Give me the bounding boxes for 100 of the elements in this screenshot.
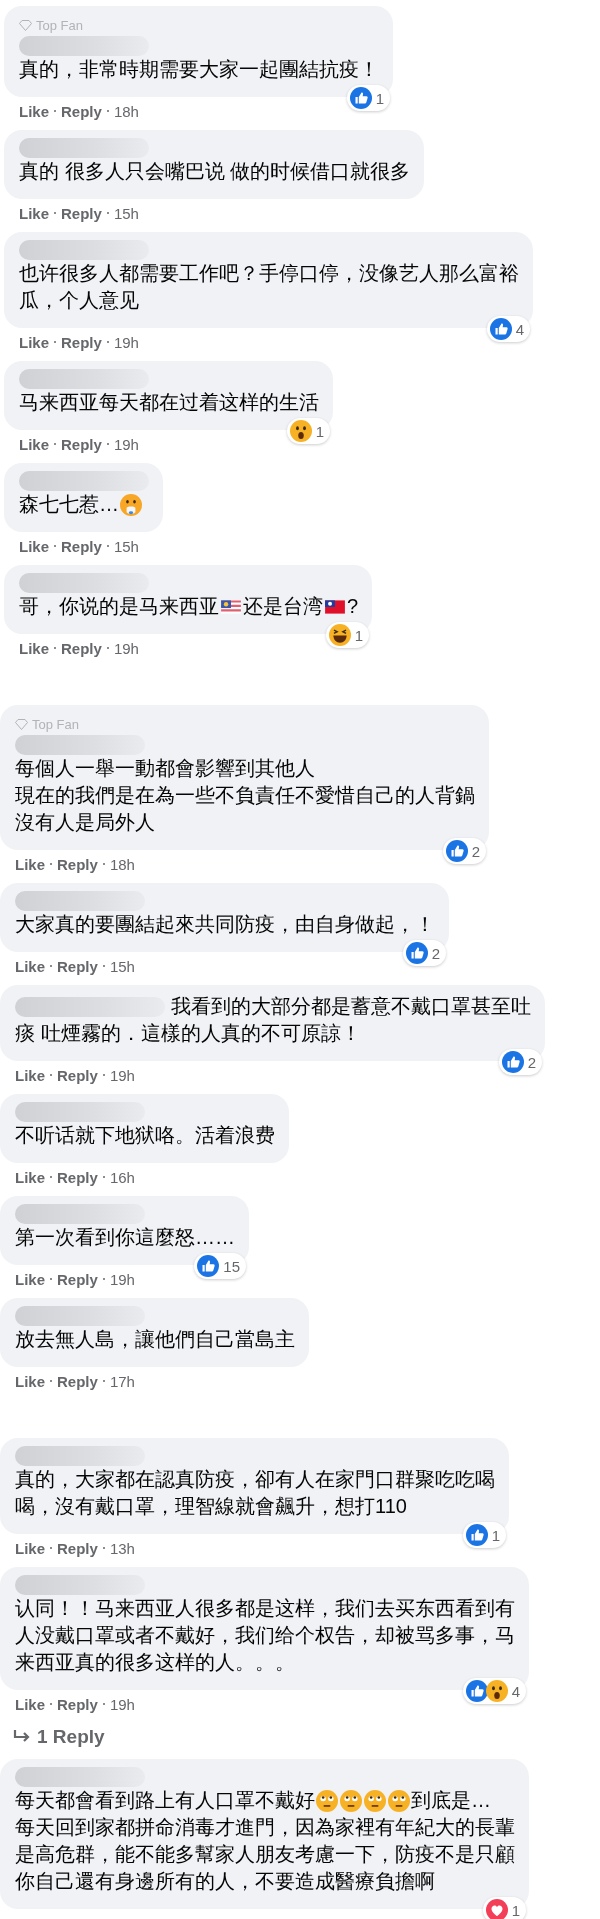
comment-text: 沒有人是局外人 [15, 810, 155, 835]
reaction-count: 2 [527, 1053, 536, 1071]
comment-time: 13h [109, 1539, 135, 1557]
reaction-pill[interactable]: 15 [194, 1253, 246, 1279]
reaction-count: 2 [431, 944, 440, 962]
comment-text: 每天回到家都拼命消毒才進門，因為家裡有年紀大的長輩 [15, 1815, 515, 1840]
reaction-count: 4 [515, 320, 524, 338]
reaction-count: 1 [491, 1526, 500, 1544]
comment-time: 18h [109, 855, 135, 873]
reaction-pill[interactable]: 2 [442, 838, 486, 864]
action-link[interactable]: Like [15, 1270, 45, 1288]
comment-text: 是高危群，能不能多幫家人朋友考慮一下，防疫不是只顧 [15, 1842, 515, 1867]
comment-time: 19h [109, 1270, 135, 1288]
action-link[interactable]: Like [15, 1066, 45, 1084]
comment-text: 哥，你说的是马来西亚 [19, 594, 219, 619]
action-link[interactable]: Reply [61, 102, 102, 120]
reaction-pill[interactable]: 1 [286, 418, 330, 444]
action-link[interactable]: Reply [57, 855, 98, 873]
reaction-pill[interactable]: 1 [482, 1897, 526, 1919]
action-link[interactable]: Reply [57, 1270, 98, 1288]
comment-time: 19h [113, 435, 139, 453]
action-link[interactable]: Reply [57, 1372, 98, 1390]
action-link[interactable]: Like [19, 435, 49, 453]
comment-text: 現在的我們是在為一些不負責任不愛惜自己的人背鍋 [15, 783, 475, 808]
reaction-pill[interactable]: 1 [325, 622, 370, 648]
thumbs-up-icon [465, 1524, 488, 1546]
comment-text: 每天都會看到路上有人口罩不戴好 [15, 1788, 315, 1813]
comment-text: 你自己還有身邊所有的人，不要造成醫療負擔啊 [15, 1869, 435, 1894]
comment-time: 15h [109, 957, 135, 975]
surprised-face-icon [485, 1680, 508, 1702]
action-link[interactable]: Like [15, 1372, 45, 1390]
comment-time: 18h [113, 102, 139, 120]
action-link[interactable]: Reply [57, 957, 98, 975]
action-link[interactable]: Reply [57, 1066, 98, 1084]
action-link[interactable]: Like [15, 1695, 45, 1713]
reaction-count: 1 [375, 89, 384, 107]
action-link[interactable]: Like [15, 957, 45, 975]
action-link[interactable]: Like [15, 855, 45, 873]
reaction-pill[interactable]: 2 [498, 1049, 542, 1075]
action-link[interactable]: Like [15, 1539, 45, 1557]
action-link[interactable]: Reply [61, 639, 102, 657]
action-link[interactable]: Like [19, 204, 49, 222]
action-link[interactable]: Reply [57, 1539, 98, 1557]
action-link[interactable]: Reply [61, 537, 102, 555]
comment-text: 痰 吐煙霧的．這樣的人真的不可原諒！ [15, 1021, 361, 1046]
laughing-face-icon [328, 624, 351, 646]
thumbs-up-icon [465, 1680, 488, 1702]
action-link[interactable]: Reply [61, 333, 102, 351]
reaction-pill[interactable]: 1 [462, 1522, 506, 1548]
comment-text: 真的，非常時期需要大家一起團結抗疫！ [19, 57, 379, 82]
diamond-icon [15, 718, 28, 730]
comment-time: 15h [113, 204, 139, 222]
comment-time: 17h [109, 1372, 135, 1390]
diamond-icon [19, 19, 32, 31]
comment-text: 每個人一舉一動都會影響到其他人 [15, 756, 315, 781]
comment-text: ? [347, 594, 359, 619]
comment-text: 来西亚真的很多这样的人。。。 [15, 1650, 295, 1675]
action-link[interactable]: Like [19, 537, 49, 555]
reaction-count: 1 [511, 1901, 520, 1919]
comment-text: 瓜，个人意见 [19, 288, 139, 313]
surprised-face-icon [289, 420, 312, 442]
thumbs-up-icon [349, 87, 372, 109]
thumbs-up-icon [445, 840, 468, 862]
action-link[interactable]: Reply [61, 435, 102, 453]
reaction-count: 15 [223, 1257, 240, 1275]
comment-time: 19h [109, 1066, 135, 1084]
comment-time: 19h [113, 333, 139, 351]
action-link[interactable]: Like [19, 102, 49, 120]
action-link[interactable]: Like [19, 333, 49, 351]
eye-roll-face-icon [388, 1789, 410, 1812]
thumbs-up-icon [405, 942, 428, 964]
comment-text: 大家真的要團結起來共同防疫，由自身做起，！ [15, 912, 435, 937]
reaction-pill[interactable]: 4 [462, 1678, 526, 1704]
reaction-count: 2 [471, 842, 480, 860]
action-link[interactable]: Reply [57, 1168, 98, 1186]
reaction-pill[interactable]: 1 [346, 85, 390, 111]
heart-icon [485, 1899, 508, 1919]
comment-text: 人没戴口罩或者不戴好，我们给个权告，却被骂多事，马 [15, 1623, 515, 1648]
badge-label: Top Fan [32, 716, 79, 732]
badge-label: Top Fan [36, 17, 83, 33]
action-link[interactable]: Like [15, 1168, 45, 1186]
comment-text: 我看到的大部分都是蓄意不戴口罩甚至吐 [171, 994, 531, 1019]
comment-time: 19h [113, 639, 139, 657]
comment-text: 还是台湾 [243, 594, 323, 619]
reaction-pill[interactable]: 2 [402, 940, 446, 966]
eye-roll-face-icon [340, 1789, 362, 1812]
comment-text: 喝，沒有戴口罩，理智線就會飆升，想打110 [15, 1494, 407, 1519]
eye-roll-face-icon [364, 1789, 386, 1812]
action-link[interactable]: Reply [61, 204, 102, 222]
thumbs-up-icon [489, 318, 512, 340]
action-link[interactable]: Reply [57, 1695, 98, 1713]
replies-link[interactable]: 1 Reply [0, 1723, 105, 1751]
comment-text: 真的，大家都在認真防疫，卻有人在家門口群聚吃吃喝 [15, 1467, 495, 1492]
comment-text: 也许很多人都需要工作吧？手停口停，没像艺人那么富裕 [19, 261, 519, 286]
comment-text: 放去無人島，讓他們自己當島主 [15, 1327, 295, 1352]
comment-time: 19h [109, 1695, 135, 1713]
action-link[interactable]: Like [19, 639, 49, 657]
comment-time: 16h [109, 1168, 135, 1186]
reaction-count: 4 [511, 1682, 520, 1700]
reaction-pill[interactable]: 4 [486, 316, 530, 342]
